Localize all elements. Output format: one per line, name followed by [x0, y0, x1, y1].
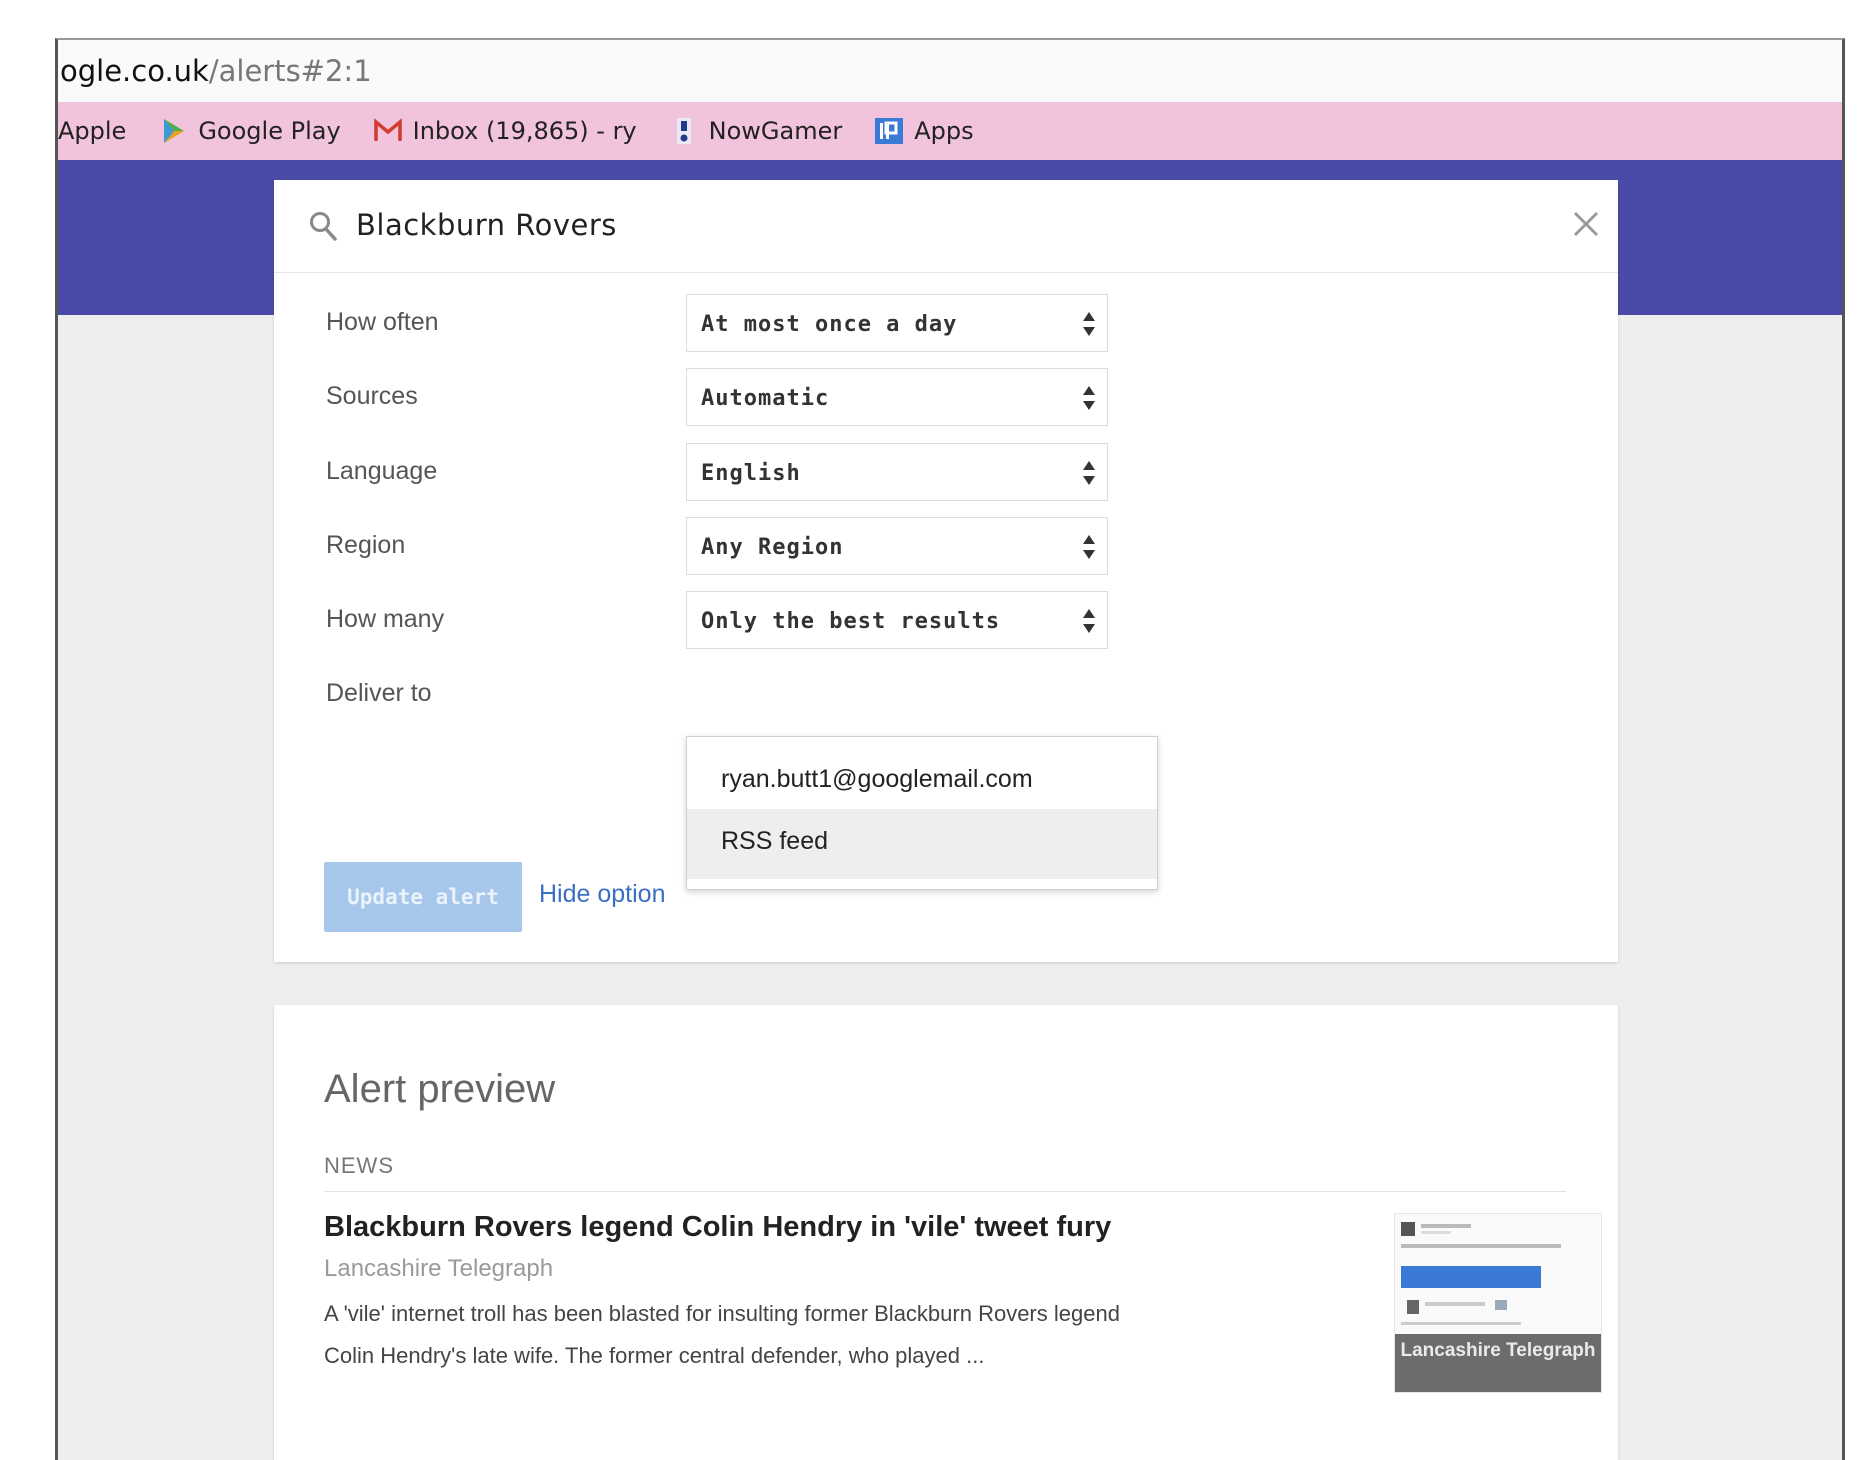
url-domain: ogle.co.uk: [60, 54, 209, 88]
article-title-link[interactable]: Blackburn Rovers legend Colin Hendry in …: [324, 1211, 1111, 1244]
google-play-icon: [164, 119, 185, 143]
bookmark-label: NowGamer: [708, 117, 843, 145]
option-label: Language: [326, 457, 438, 485]
search-icon: [310, 212, 337, 241]
preview-title: Alert preview: [324, 1067, 556, 1111]
apps-icon: [875, 118, 904, 144]
hide-options-link[interactable]: Hide option: [539, 880, 665, 909]
news-section-heading: NEWS: [324, 1153, 394, 1178]
tweet-screenshot-image: [1401, 1222, 1561, 1325]
alert-query-row: Blackburn Rovers: [274, 180, 1618, 273]
option-region: Region Any Region: [274, 517, 1618, 577]
option-how-often: How often At most once a day: [274, 294, 1618, 354]
gmail-icon: [373, 118, 402, 141]
deliver-option-email[interactable]: ryan.butt1@googlemail.com: [687, 747, 1157, 809]
bookmark-google-play[interactable]: Google Play: [158, 117, 341, 145]
browser-window: ogle.co.uk/alerts#2:1 Apple Google Play …: [55, 38, 1845, 1460]
select-arrows-icon: [1083, 609, 1095, 633]
select-value: Only the best results: [701, 609, 1001, 634]
update-alert-button[interactable]: Update alert: [324, 862, 522, 932]
bookmark-label: Apps: [914, 117, 974, 145]
select-value: Any Region: [701, 535, 844, 560]
section-divider: [324, 1191, 1566, 1192]
bookmark-apple[interactable]: Apple: [58, 117, 126, 145]
region-select[interactable]: Any Region: [686, 517, 1108, 575]
select-arrows-icon: [1083, 386, 1095, 410]
address-bar[interactable]: ogle.co.uk/alerts#2:1: [58, 40, 1842, 103]
language-select[interactable]: English: [686, 443, 1108, 501]
select-arrows-icon: [1083, 535, 1095, 559]
bookmark-label: Inbox (19,865) - ry: [412, 117, 637, 145]
alert-settings-card: Blackburn Rovers How often At most once …: [274, 180, 1618, 962]
alert-query-input[interactable]: Blackburn Rovers: [356, 208, 617, 242]
deliver-option-label: RSS feed: [721, 827, 829, 855]
bookmarks-bar: Apple Google Play Inbox (19,865) - ry No…: [58, 102, 1842, 160]
option-label: Deliver to: [326, 679, 432, 707]
sources-select[interactable]: Automatic: [686, 368, 1108, 426]
thumbnail-caption: Lancashire Telegraph: [1395, 1334, 1601, 1392]
how-many-select[interactable]: Only the best results: [686, 591, 1108, 649]
select-arrows-icon: [1083, 461, 1095, 485]
option-label: How often: [326, 308, 439, 336]
bookmark-inbox[interactable]: Inbox (19,865) - ry: [373, 117, 637, 145]
select-value: Automatic: [701, 386, 830, 411]
option-label: Region: [326, 531, 406, 559]
bookmark-label: Google Play: [198, 117, 341, 145]
article-source: Lancashire Telegraph: [324, 1255, 554, 1282]
bookmark-apps[interactable]: Apps: [874, 117, 974, 145]
deliver-option-label: ryan.butt1@googlemail.com: [721, 765, 1033, 793]
close-icon[interactable]: [1570, 208, 1602, 240]
select-value: English: [701, 461, 801, 486]
option-sources: Sources Automatic: [274, 368, 1618, 428]
option-language: Language English: [274, 443, 1618, 503]
snippet-line: Colin Hendry's late wife. The former cen…: [324, 1343, 985, 1368]
nowgamer-icon: [676, 118, 691, 144]
article-thumbnail[interactable]: Lancashire Telegraph: [1394, 1213, 1602, 1393]
select-arrows-icon: [1083, 312, 1095, 336]
url-path: /alerts#2:1: [208, 54, 372, 88]
option-deliver-to: Deliver to: [274, 665, 1618, 725]
bookmark-label: Apple: [58, 117, 127, 145]
option-how-many: How many Only the best results: [274, 591, 1618, 651]
deliver-option-rss[interactable]: RSS feed: [687, 809, 1157, 879]
how-often-select[interactable]: At most once a day: [686, 294, 1108, 352]
bookmark-nowgamer[interactable]: NowGamer: [669, 117, 843, 145]
alert-preview-card: Alert preview NEWS Blackburn Rovers lege…: [274, 1005, 1618, 1460]
select-value: At most once a day: [701, 312, 958, 337]
deliver-to-dropdown: ryan.butt1@googlemail.com RSS feed: [686, 736, 1158, 890]
article-snippet: A 'vile' internet troll has been blasted…: [324, 1293, 1304, 1377]
option-label: Sources: [326, 382, 418, 410]
option-label: How many: [326, 605, 445, 633]
snippet-line: A 'vile' internet troll has been blasted…: [324, 1301, 1120, 1326]
